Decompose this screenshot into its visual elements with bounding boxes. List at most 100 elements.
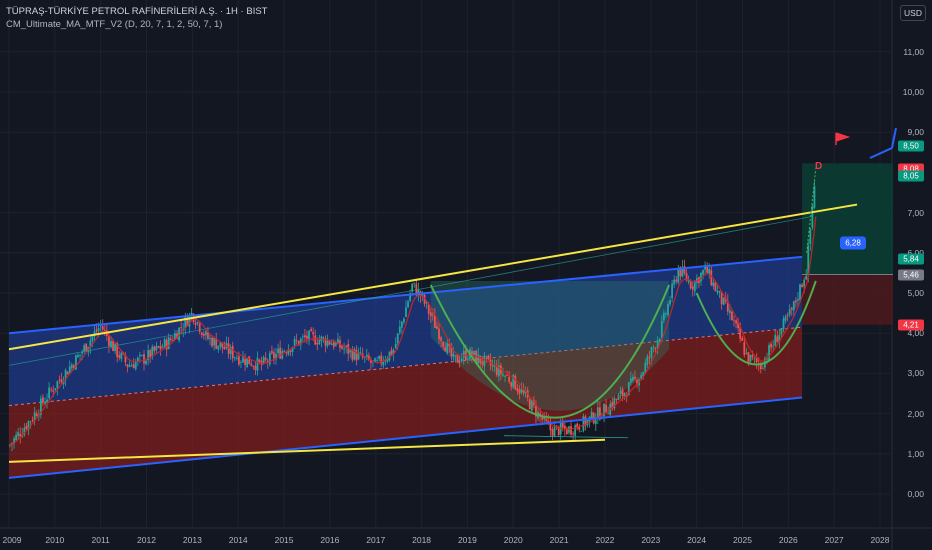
candle-body [42,397,44,404]
candle-body [458,361,461,363]
candle-body [312,332,315,335]
candle-body [615,398,618,400]
candle-body [97,328,100,331]
candle-body [731,311,733,321]
candle-body [516,388,519,392]
candle-body [130,365,133,367]
candle-body [570,426,572,435]
candle-body [510,382,513,387]
candle-body [452,353,455,357]
candle-body [485,355,488,357]
time-tick: 2013 [182,535,202,545]
candle-body [365,354,368,358]
candle-body [25,426,28,430]
candle-body [438,328,440,340]
time-tick: 2019 [457,535,477,545]
candle-body [79,354,81,356]
time-tick: 2022 [595,535,615,545]
candle-body [799,284,801,301]
candle-body [753,357,756,359]
price-tick: 1,00 [907,448,924,459]
candle-body [306,335,308,339]
candle-body [163,339,166,348]
candle-body [198,323,201,332]
candle-body [553,426,556,437]
candle-body [108,336,110,346]
candle-body [254,365,257,370]
candle-body [204,331,207,336]
candle-body [237,356,240,365]
time-tick: 2026 [778,535,798,545]
time-tick: 2014 [228,535,248,545]
position-label[interactable]: 6,28 [840,236,866,250]
candle-body [213,337,216,346]
candle-body [394,343,397,349]
candle-body [29,421,32,423]
price-label: 8,50 [898,140,924,152]
candle-body [132,364,135,369]
candle-body [751,355,754,357]
time-tick: 2018 [412,535,432,545]
candle-body [518,389,521,394]
candle-body [231,345,234,359]
price-label: 8,05 [898,170,924,182]
price-tick: 10,00 [902,87,924,97]
candle-body [522,390,525,393]
candle-body [202,333,205,336]
candle-body [279,347,282,359]
candle-body [733,319,735,321]
candle-body [634,376,636,379]
candle-body [217,345,220,350]
candle-body [114,343,117,352]
candle-body [58,379,61,381]
candle-body [95,329,98,332]
candle-body [44,402,46,405]
candle-body [155,345,158,351]
candle-body [675,279,678,282]
candle-body [728,310,731,313]
candle-body [400,321,403,328]
candle-body [477,354,480,364]
candle-body [749,354,752,362]
candle-body [258,359,261,362]
price-tick: 11,00 [903,46,924,57]
candle-body [273,352,275,359]
price-label: 4,21 [898,319,924,331]
candle-body [761,368,764,370]
candle-body [716,290,719,293]
candle-body [209,337,211,340]
candle-body [654,348,657,349]
candle-body [304,335,306,338]
candle-body [660,321,663,338]
indicator-title[interactable]: CM_Ultimate_MA_MTF_V2 (D, 20, 7, 1, 2, 5… [6,19,222,30]
price-tick: 3,00 [907,368,924,379]
time-tick: 2024 [687,535,707,545]
candle-body [223,346,226,350]
candle-body [743,342,746,355]
candle-body [691,286,694,290]
candle-body [17,432,20,437]
time-tick: 2016 [320,535,340,545]
candle-body [454,355,457,357]
candle-body [671,283,674,299]
candle-body [50,389,53,391]
candle-body [487,355,490,359]
candle-body [316,342,319,345]
candle-body [322,337,325,339]
candle-body [718,291,721,293]
candle-body [318,339,321,345]
candle-body [745,353,748,355]
candle-body [555,425,558,427]
price-chart[interactable] [0,0,932,550]
price-tick: 0,00 [907,489,924,499]
candle-body [77,355,79,358]
candle-body [784,316,787,321]
candle-body [180,327,183,328]
candle-body [466,358,469,360]
currency-button[interactable]: USD [900,5,926,21]
candle-body [359,352,362,354]
time-tick: 2025 [733,535,752,545]
candle-body [83,345,86,352]
price-tick: 7,00 [907,207,924,218]
candle-body [343,348,346,350]
